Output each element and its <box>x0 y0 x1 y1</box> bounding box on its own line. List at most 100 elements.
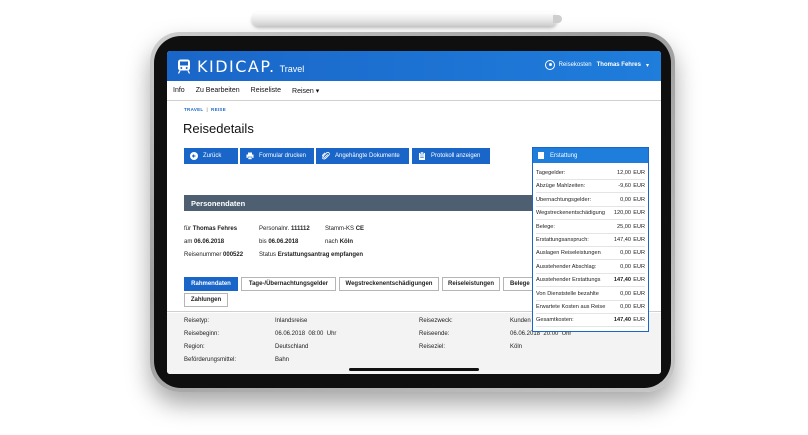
train-icon <box>177 59 191 74</box>
erstattung-row-label: Abzüge Mahlzeiten: <box>536 183 586 190</box>
reisetyp-value: Inlandsreise <box>275 318 308 324</box>
erstattung-row-value: 120,00 <box>613 210 631 217</box>
app-logo[interactable]: KIDICAP. Travel <box>177 57 304 76</box>
screen: KIDICAP. Travel Reisekosten Thomas Fehre… <box>167 51 661 374</box>
erstattung-row-currency: EUR <box>633 263 645 270</box>
erstattung-row-value: 147,40 <box>613 237 631 243</box>
meta-fuer-label: für <box>184 226 192 232</box>
meta-bis-value: 06.06.2018 <box>268 239 299 245</box>
paperclip-icon <box>322 152 330 160</box>
print-form-label: Formular drucken <box>259 153 307 159</box>
meta-status-label: Status <box>259 252 277 258</box>
erstattung-row: Abzüge Mahlzeiten: -9,60 EUR <box>536 180 645 194</box>
reisetyp-label: Reisetyp: <box>184 318 210 324</box>
erstattung-row-currency: EUR <box>633 304 645 310</box>
erstattung-row: Wegstreckenentschädigung 120,00 EUR <box>536 207 645 221</box>
tab-wegstreckenentschaedigungen[interactable]: Wegstreckenentschädigungen <box>339 277 439 291</box>
erstattung-row-label: Wegstreckenentschädigung <box>536 210 605 217</box>
reiseende-label: Reiseende: <box>419 331 450 337</box>
user-avatar-icon <box>544 60 555 70</box>
user-role: Reisekosten <box>558 62 592 68</box>
personendaten-header: Personendaten <box>184 195 532 211</box>
back-button[interactable]: Zurück <box>184 148 238 164</box>
meta-reisenummer: Reisenummer 000522 <box>184 252 243 258</box>
breadcrumb-reise[interactable]: REISE <box>211 107 226 112</box>
region-value: Deutschland <box>275 344 309 350</box>
erstattung-row-currency: EUR <box>633 183 645 190</box>
erstattung-row-label: Erstattungsanspruch: <box>536 237 589 243</box>
nav-item-zu-bearbeiten[interactable]: Zu Bearbeiten <box>196 87 240 94</box>
erstattung-row-label: Übernachtungsgelder: <box>536 196 592 203</box>
erstattung-row-label: Von Dienststelle bezahlte <box>536 290 599 297</box>
main-nav: Info Zu Bearbeiten Reiseliste Reisen ▾ <box>167 81 661 101</box>
meta-bis: bis 06.06.2018 <box>259 239 298 245</box>
meta-am-value: 06.06.2018 <box>194 239 225 245</box>
print-form-button[interactable]: Formular drucken <box>240 148 314 164</box>
befoerderungsmittel-value: Bahn <box>275 357 290 363</box>
erstattung-row-currency: EUR <box>633 237 645 243</box>
erstattung-row-currency: EUR <box>633 277 645 284</box>
reisebeginn-value: 06.06.2018 08:00 Uhr <box>275 331 336 337</box>
erstattung-row-label: Gesamtkosten: <box>536 317 574 324</box>
meta-stammks: Stamm-KS CE <box>325 226 364 232</box>
reisezweck-label: Reisezweck: <box>419 318 453 324</box>
clipboard-icon <box>419 152 425 160</box>
back-button-label: Zurück <box>203 153 222 159</box>
meta-bis-label: bis <box>259 239 267 245</box>
erstattung-row-value: 0,00 <box>620 250 631 257</box>
breadcrumb-travel[interactable]: TRAVEL <box>184 107 203 112</box>
tab-zahlungen[interactable]: Zahlungen <box>184 293 228 307</box>
meta-fuer-value: Thomas Fehres <box>192 226 238 232</box>
attached-documents-button[interactable]: Angehängte Dokumente <box>316 148 409 164</box>
attached-documents-label: Angehängte Dokumente <box>335 153 400 159</box>
erstattung-row-label: Auslagen Reiseleistungen <box>536 250 601 257</box>
meta-reisenummer-label: Reisenummer <box>184 252 222 258</box>
user-menu[interactable]: Reisekosten Thomas Fehres ▾ <box>544 60 649 70</box>
erstattung-row-currency: EUR <box>633 210 645 217</box>
erstattung-row-label: Belege: <box>536 223 555 230</box>
breadcrumb-separator: | <box>206 107 209 112</box>
erstattung-row-value: 12,00 <box>617 170 631 176</box>
erstattung-row-currency: EUR <box>633 223 645 230</box>
erstattung-row-value: 0,00 <box>620 304 631 310</box>
meta-am-label: am <box>184 239 193 245</box>
meta-status: Status Erstattungsantrag empfangen <box>259 252 363 258</box>
chevron-down-icon: ▾ <box>645 62 649 69</box>
meta-nach-value: Köln <box>339 239 354 245</box>
tab-rahmendaten[interactable]: Rahmendaten <box>184 277 238 291</box>
tab-tage-uebernachtungsgelder[interactable]: Tage-/Übernachtungsgelder <box>241 277 336 291</box>
erstattung-row: Gesamtkosten: 147,40 EUR <box>536 314 645 328</box>
erstattung-row-currency: EUR <box>633 250 645 257</box>
befoerderungsmittel-label: Beförderungsmittel: <box>184 357 237 363</box>
stage: KIDICAP. Travel Reisekosten Thomas Fehre… <box>0 0 808 435</box>
erstattung-row: Von Dienststelle bezahlte 0,00 EUR <box>536 288 645 301</box>
erstattung-row: Ausstehender Abschlag: 0,00 EUR <box>536 261 645 274</box>
meta-status-value: Erstattungsantrag empfangen <box>277 252 364 258</box>
stylus-pencil <box>252 12 562 26</box>
nav-item-info[interactable]: Info <box>173 87 185 94</box>
show-log-label: Protokoll anzeigen <box>431 153 481 159</box>
reisebeginn-date: 06.06.2018 <box>275 331 306 337</box>
erstattung-row: Erstattungsanspruch: 147,40 EUR <box>536 234 645 247</box>
meta-personalnr-value: 111112 <box>291 226 310 232</box>
erstattung-row-currency: EUR <box>633 170 645 176</box>
product-name: Travel <box>279 63 305 74</box>
erstattung-row: Tagegelder: 12,00 EUR <box>536 167 645 180</box>
erstattung-row-value: 0,00 <box>620 263 631 270</box>
erstattung-row-currency: EUR <box>633 196 645 203</box>
printer-icon <box>246 152 254 160</box>
erstattung-row-value: 25,00 <box>617 223 631 230</box>
tab-reiseleistungen[interactable]: Reiseleistungen <box>442 277 500 291</box>
erstattung-row: Auslagen Reiseleistungen 0,00 EUR <box>536 247 645 261</box>
chevron-down-icon: ▾ <box>315 87 320 95</box>
erstattung-title: Erstattung <box>550 152 578 159</box>
user-name: Thomas Fehres <box>596 62 641 68</box>
home-indicator <box>349 368 479 371</box>
tablet-device: KIDICAP. Travel Reisekosten Thomas Fehre… <box>150 32 675 392</box>
erstattung-row: Belege: 25,00 EUR <box>536 221 645 234</box>
nav-item-reisen[interactable]: Reisen ▾ <box>292 87 319 95</box>
erstattung-row-value: 147,40 <box>613 277 631 284</box>
nav-item-reiseliste[interactable]: Reiseliste <box>251 87 281 94</box>
reisebeginn-label: Reisebeginn: <box>184 331 220 337</box>
show-log-button[interactable]: Protokoll anzeigen <box>412 148 490 164</box>
